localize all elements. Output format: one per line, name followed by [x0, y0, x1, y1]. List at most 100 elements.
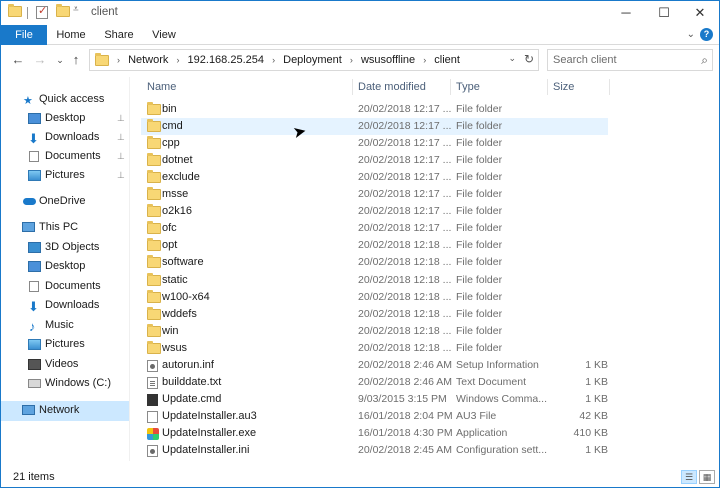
back-button[interactable]: ←: [9, 51, 27, 69]
folder-icon: [147, 306, 161, 320]
column-divider[interactable]: [547, 79, 548, 95]
column-header-date[interactable]: Date modified: [358, 77, 426, 97]
breadcrumb-separator[interactable]: ›: [272, 55, 275, 65]
table-row[interactable]: opt 20/02/2018 12:18 ... File folder: [141, 237, 608, 254]
table-row[interactable]: software 20/02/2018 12:18 ... File folder: [141, 254, 608, 271]
breadcrumb-separator[interactable]: ›: [423, 55, 426, 65]
pin-icon[interactable]: ⊥: [117, 166, 125, 185]
file-date: 20/02/2018 12:18 ...: [358, 307, 452, 320]
table-row[interactable]: UpdateInstaller.ini 20/02/2018 2:45 AM Con…: [141, 442, 608, 459]
table-row[interactable]: dotnet 20/02/2018 12:17 ... File folder: [141, 152, 608, 169]
table-row[interactable]: autorun.inf 20/02/2018 2:46 AM Setup Infor…: [141, 357, 608, 374]
tab-home[interactable]: Home: [51, 25, 91, 45]
tab-view[interactable]: View: [145, 25, 183, 45]
address-dropdown-icon[interactable]: ⌄: [508, 53, 516, 64]
file-date: 20/02/2018 12:17 ...: [358, 103, 452, 115]
column-header-size[interactable]: Size: [553, 77, 574, 97]
search-box[interactable]: ⌕: [547, 49, 713, 71]
table-row[interactable]: static 20/02/2018 12:18 ... File folder: [141, 272, 608, 289]
sidebar-item-windows-c[interactable]: Windows (C:): [1, 374, 129, 393]
table-row[interactable]: UpdateInstaller.exe 16/01/2018 4:30 PM App…: [141, 425, 608, 442]
new-folder-icon[interactable]: [56, 4, 70, 17]
column-divider[interactable]: [352, 79, 353, 95]
file-type: File folder: [456, 341, 503, 354]
sidebar-item-desktop[interactable]: Desktop ⊥: [1, 109, 129, 128]
details-view-button[interactable]: ☰: [681, 470, 697, 484]
tab-share[interactable]: Share: [99, 25, 139, 45]
sidebar-item-this-pc[interactable]: This PC: [1, 218, 129, 237]
table-row[interactable]: Update.cmd 9/03/2015 3:15 PM Windows Comma…: [141, 391, 608, 408]
sidebar-item-documents-pc[interactable]: Documents: [1, 277, 129, 296]
sidebar-item-pictures-pc[interactable]: Pictures: [1, 335, 129, 354]
file-size: 1 KB: [585, 358, 608, 371]
sidebar-item-downloads[interactable]: ⬇ Downloads ⊥: [1, 128, 129, 147]
maximize-button[interactable]: ☐: [647, 1, 681, 25]
table-row[interactable]: exclude 20/02/2018 12:17 ... File folder: [141, 169, 608, 186]
breadcrumb-wsusoffline[interactable]: wsusoffline: [361, 54, 415, 66]
sidebar-item-documents[interactable]: Documents ⊥: [1, 147, 129, 166]
sidebar-item-onedrive[interactable]: OneDrive: [1, 192, 129, 211]
ribbon-tabs: File Home Share View ⌄ ?: [1, 25, 719, 45]
table-row[interactable]: w100-x64 20/02/2018 12:18 ... File folder: [141, 289, 608, 306]
close-button[interactable]: ✕: [683, 1, 717, 25]
properties-icon[interactable]: [36, 4, 48, 19]
breadcrumb-separator[interactable]: ›: [176, 55, 179, 65]
table-row[interactable]: cpp 20/02/2018 12:17 ... File folder: [141, 135, 608, 152]
cloud-icon: [23, 198, 36, 205]
table-row[interactable]: wddefs 20/02/2018 12:18 ... File folder: [141, 306, 608, 323]
sidebar-item-quick-access[interactable]: ★ Quick access: [1, 90, 129, 109]
file-name: builddate.txt: [162, 375, 222, 388]
navigation-bar: ← → ⌄ ↑ › Network › 192.168.25.254 › Dep…: [1, 46, 719, 74]
pane-divider[interactable]: [129, 77, 130, 461]
large-icons-view-button[interactable]: ▦: [699, 470, 715, 484]
sidebar-item-desktop-pc[interactable]: Desktop: [1, 257, 129, 276]
pin-icon[interactable]: ⊥: [117, 147, 125, 166]
sidebar-item-pictures[interactable]: Pictures ⊥: [1, 166, 129, 185]
table-row[interactable]: o2k16 20/02/2018 12:17 ... File folder: [141, 203, 608, 220]
sidebar-item-music[interactable]: ♪ Music: [1, 316, 129, 335]
breadcrumb-separator[interactable]: ›: [350, 55, 353, 65]
breadcrumb-client[interactable]: client: [434, 54, 460, 66]
breadcrumb-server[interactable]: 192.168.25.254: [188, 54, 264, 66]
expand-ribbon-icon[interactable]: ⌄: [687, 29, 695, 40]
column-divider[interactable]: [609, 79, 610, 95]
help-icon[interactable]: ?: [700, 28, 713, 41]
file-type: File folder: [456, 239, 503, 252]
minimize-button[interactable]: ─: [609, 1, 643, 25]
table-row[interactable]: cmd 20/02/2018 12:17 ... File folder: [141, 118, 608, 136]
item-count: 21 items: [13, 471, 55, 483]
address-bar[interactable]: › Network › 192.168.25.254 › Deployment …: [89, 49, 539, 71]
refresh-icon[interactable]: ↻: [524, 52, 534, 66]
folder-icon: [8, 4, 22, 17]
column-divider[interactable]: [450, 79, 451, 95]
breadcrumb-separator[interactable]: ›: [117, 55, 120, 65]
pin-icon[interactable]: ⊥: [117, 128, 125, 147]
breadcrumb-network[interactable]: Network: [128, 54, 168, 66]
sidebar-item-videos[interactable]: Videos: [1, 355, 129, 374]
tab-file[interactable]: File: [1, 25, 47, 45]
table-row[interactable]: msse 20/02/2018 12:17 ... File folder: [141, 186, 608, 203]
search-icon[interactable]: ⌕: [701, 53, 708, 68]
table-row[interactable]: UpdateInstaller.au3 16/01/2018 2:04 PM AU3…: [141, 408, 608, 425]
table-row[interactable]: wsus 20/02/2018 12:18 ... File folder: [141, 340, 608, 357]
pin-icon[interactable]: ⊥: [117, 109, 125, 128]
sidebar-item-downloads-pc[interactable]: ⬇ Downloads: [1, 296, 129, 315]
sidebar-item-3d-objects[interactable]: 3D Objects: [1, 238, 129, 257]
column-header-name[interactable]: Name: [147, 77, 176, 97]
column-header-type[interactable]: Type: [456, 77, 480, 97]
file-date: 20/02/2018 12:18 ...: [358, 273, 452, 286]
star-icon: ★: [23, 95, 33, 107]
table-row[interactable]: win 20/02/2018 12:18 ... File folder: [141, 323, 608, 340]
sidebar-item-network[interactable]: Network: [1, 401, 129, 421]
file-size: 1 KB: [585, 392, 608, 405]
breadcrumb-deployment[interactable]: Deployment: [283, 54, 342, 66]
computer-icon: [22, 222, 35, 232]
search-input[interactable]: [553, 53, 688, 67]
up-button[interactable]: ↑: [67, 51, 85, 69]
table-row[interactable]: bin 20/02/2018 12:17 ... File folder: [141, 101, 608, 118]
forward-button[interactable]: →: [31, 51, 49, 69]
folder-icon: [147, 187, 161, 201]
table-row[interactable]: builddate.txt 20/02/2018 2:46 AM Text Docu…: [141, 374, 608, 391]
quick-access-toolbar-dropdown-icon[interactable]: ⩡: [73, 4, 79, 15]
table-row[interactable]: ofc 20/02/2018 12:17 ... File folder: [141, 220, 608, 237]
